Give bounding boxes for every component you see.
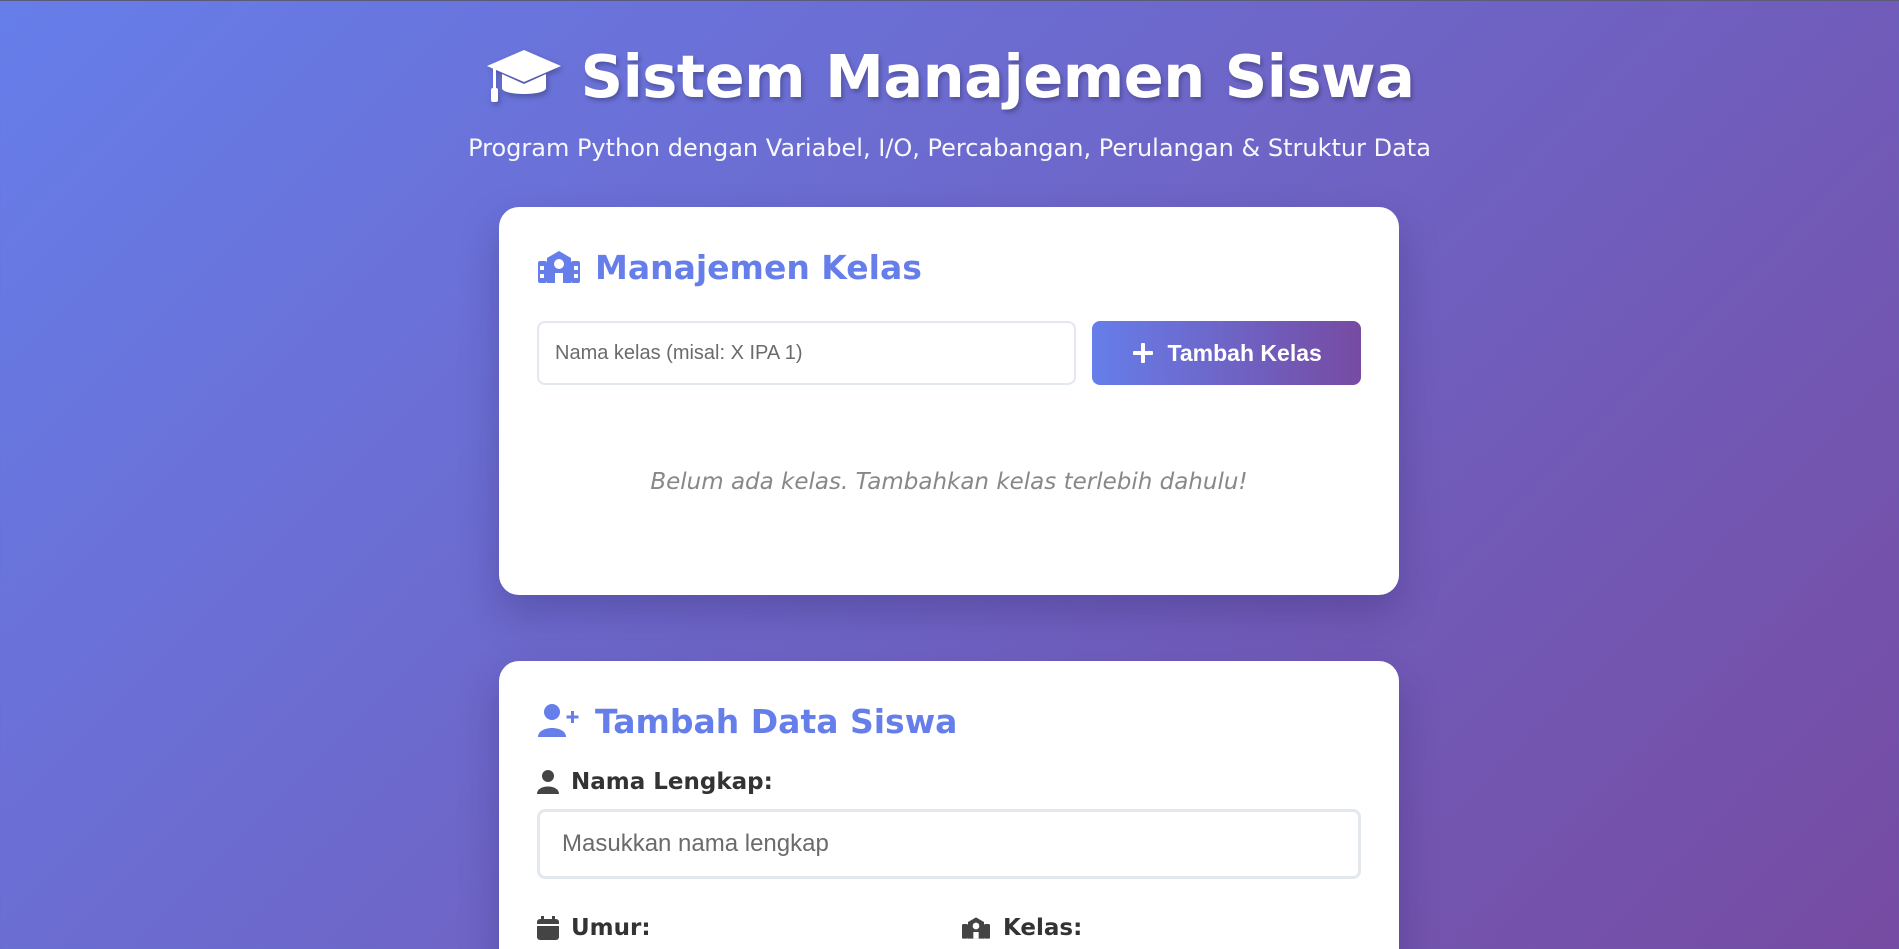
kelas-management-card: Manajemen Kelas Tambah Kelas Belum ada k… [499,207,1399,595]
window-top-edge [0,0,1899,1]
page-title-text: Sistem Manajemen Siswa [580,41,1415,111]
kelas-card-title-text: Manajemen Kelas [595,247,922,287]
nama-label: Nama Lengkap: [537,769,1361,795]
umur-kelas-row: Umur: Kelas: [537,915,1361,941]
kelas-label: Kelas: [961,915,1361,941]
add-kelas-button[interactable]: Tambah Kelas [1092,321,1361,385]
umur-label-text: Umur: [571,915,651,941]
plus-icon [1132,343,1153,363]
school-icon [962,917,990,939]
user-plus-icon [538,704,579,737]
page-subtitle: Program Python dengan Variabel, I/O, Per… [468,134,1431,162]
student-card-title: Tambah Data Siswa [537,699,1361,743]
kelas-empty-message: Belum ada kelas. Tambahkan kelas terlebi… [650,469,1248,495]
graduation-cap-icon [486,50,561,102]
page-title: Sistem Manajemen Siswa [485,38,1415,114]
user-icon [537,770,559,794]
calendar-icon [537,916,559,940]
add-student-card: Tambah Data Siswa Nama Lengkap: Umur: [499,661,1399,949]
kelas-field: Kelas: [961,915,1361,941]
umur-label: Umur: [537,915,961,941]
student-card-title-text: Tambah Data Siswa [595,701,958,741]
page-header: Sistem Manajemen Siswa Program Python de… [0,38,1899,163]
nama-lengkap-input[interactable] [537,809,1361,879]
kelas-card-title: Manajemen Kelas [537,245,1361,289]
kelas-name-input[interactable] [537,321,1077,385]
kelas-label-text: Kelas: [1003,915,1083,941]
add-kelas-button-label: Tambah Kelas [1167,339,1322,366]
nama-label-text: Nama Lengkap: [571,769,773,795]
umur-field: Umur: [537,915,961,941]
school-icon [538,251,580,283]
kelas-form-row: Tambah Kelas [537,321,1361,385]
